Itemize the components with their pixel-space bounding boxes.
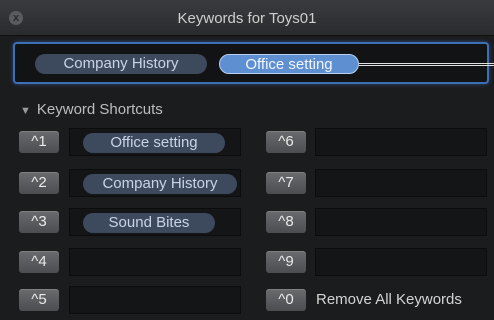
title-bar: x Keywords for Toys01 [0, 0, 494, 36]
shortcut-key-4: ^4 [19, 251, 59, 273]
shortcut-slot-7[interactable] [315, 169, 487, 197]
shortcut-key-6: ^6 [266, 131, 306, 153]
shortcut-key-5: ^5 [19, 289, 59, 311]
shortcut-slot-5[interactable] [69, 286, 241, 314]
shortcut-key-7: ^7 [266, 172, 306, 194]
keyword-field[interactable]: Company History Office setting [13, 42, 494, 84]
shortcut-slot-1[interactable]: Office setting [69, 128, 241, 156]
window-title: Keywords for Toys01 [177, 10, 317, 27]
shortcut-slot-6[interactable] [315, 128, 487, 156]
insertion-line [359, 63, 494, 66]
shortcut-key-9: ^9 [266, 251, 306, 273]
shortcut-key-0: ^0 [266, 289, 306, 311]
shortcut-slot-3[interactable]: Sound Bites [69, 208, 241, 236]
shortcut-keyword[interactable]: Company History [83, 174, 237, 194]
keyword-token[interactable]: Company History [35, 54, 207, 74]
remove-all-keywords-label: Remove All Keywords [316, 291, 462, 308]
shortcut-key-2: ^2 [19, 172, 59, 194]
keyword-shortcuts-header[interactable]: ▼ Keyword Shortcuts [20, 101, 163, 118]
shortcut-slot-4[interactable] [69, 248, 241, 276]
shortcut-key-8: ^8 [266, 211, 306, 233]
disclosure-triangle-icon[interactable]: ▼ [20, 105, 31, 117]
shortcut-slot-9[interactable] [315, 248, 487, 276]
shortcut-keyword[interactable]: Sound Bites [83, 213, 215, 233]
shortcut-keyword[interactable]: Office setting [83, 133, 225, 153]
shortcut-key-3: ^3 [19, 211, 59, 233]
shortcut-slot-8[interactable] [315, 208, 487, 236]
shortcut-key-1: ^1 [19, 131, 59, 153]
shortcut-slot-2[interactable]: Company History [69, 169, 241, 197]
keyword-token-selected[interactable]: Office setting [219, 54, 359, 74]
